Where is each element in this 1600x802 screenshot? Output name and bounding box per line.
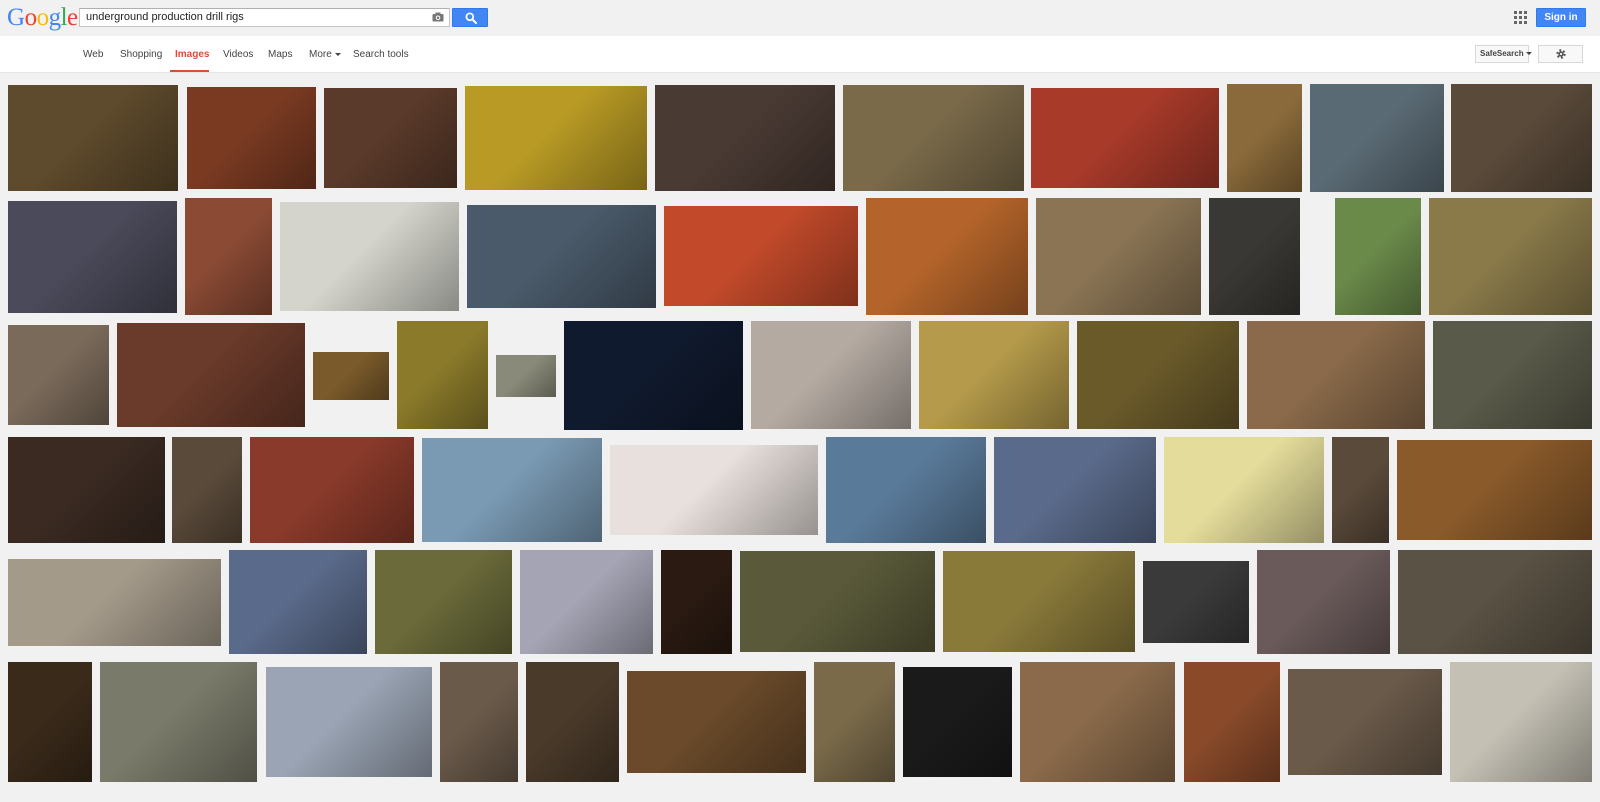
image-result[interactable] [1450,662,1592,782]
image-result[interactable] [1031,88,1219,188]
camera-icon[interactable] [432,12,444,22]
image-result[interactable] [8,662,92,782]
image-result[interactable] [1077,321,1239,429]
image-result[interactable] [422,438,602,542]
image-result[interactable] [496,355,556,397]
image-result[interactable] [1209,198,1300,315]
image-result[interactable] [1451,84,1592,192]
caret-down-icon [1525,52,1532,56]
image-result[interactable] [943,551,1135,652]
image-result[interactable] [324,88,457,188]
image-result[interactable] [1429,198,1592,315]
image-result[interactable] [117,323,305,427]
image-result[interactable] [440,662,518,782]
tab-shopping[interactable]: Shopping [120,49,162,60]
image-result[interactable] [627,671,806,773]
image-result[interactable] [664,206,858,306]
image-result[interactable] [655,85,835,191]
image-result[interactable] [526,662,619,782]
search-input[interactable]: underground production drill rigs [79,8,450,27]
image-result[interactable] [467,205,656,308]
image-result[interactable] [919,321,1069,429]
image-result[interactable] [520,550,653,654]
image-result[interactable] [843,85,1024,191]
top-bar: Google underground production drill rigs… [0,0,1600,36]
logo-letter: e [67,4,78,31]
image-result[interactable] [1335,198,1421,315]
gear-icon [1556,49,1566,59]
image-result[interactable] [8,559,221,646]
image-result[interactable] [172,437,242,543]
image-result[interactable] [751,321,911,429]
image-result[interactable] [229,550,367,654]
image-result[interactable] [280,202,459,311]
logo-letter: G [7,4,25,31]
tab-more-label: More [309,49,332,60]
image-results-grid [0,73,1600,802]
tab-maps[interactable]: Maps [268,49,292,60]
image-result[interactable] [866,198,1028,315]
image-result[interactable] [397,321,488,429]
logo-letter: o [36,4,50,31]
image-result[interactable] [1247,321,1425,429]
image-result[interactable] [1433,321,1592,429]
safesearch-button[interactable]: SafeSearch [1475,45,1532,63]
image-result[interactable] [1288,669,1442,775]
settings-button[interactable] [1538,45,1583,63]
image-result[interactable] [826,437,986,543]
image-result[interactable] [187,87,316,189]
image-result[interactable] [1310,84,1444,192]
search-button[interactable] [452,8,488,27]
image-result[interactable] [8,437,165,543]
image-result[interactable] [1164,437,1324,543]
tab-web[interactable]: Web [83,49,103,60]
image-result[interactable] [564,321,743,430]
image-result[interactable] [740,551,935,652]
image-result[interactable] [1143,561,1249,643]
image-result[interactable] [1184,662,1280,782]
image-result[interactable] [1397,440,1592,540]
tab-videos[interactable]: Videos [223,49,253,60]
caret-down-icon [334,52,341,56]
image-result[interactable] [1227,84,1302,192]
image-result[interactable] [250,437,414,543]
image-result[interactable] [1398,550,1592,654]
image-result[interactable] [465,86,647,190]
image-result[interactable] [903,667,1012,777]
image-result[interactable] [8,325,109,425]
image-result[interactable] [1257,550,1390,654]
apps-grid-icon[interactable] [1514,11,1527,24]
nav-bar: Web Shopping Images Videos Maps More Sea… [0,36,1600,73]
image-result[interactable] [1036,198,1201,315]
image-result[interactable] [994,437,1156,543]
google-logo[interactable]: Google [7,5,78,31]
image-result[interactable] [1332,437,1389,543]
image-result[interactable] [1020,662,1175,782]
sign-in-button[interactable]: Sign in [1536,8,1586,27]
image-result[interactable] [661,550,732,654]
safesearch-label: SafeSearch [1480,49,1524,58]
image-result[interactable] [100,662,257,782]
tab-search-tools[interactable]: Search tools [353,49,409,60]
logo-letter: g [48,4,62,31]
image-result[interactable] [266,667,432,777]
magnifier-icon [465,12,477,24]
active-tab-indicator [170,70,209,72]
image-result[interactable] [8,85,178,191]
tab-more[interactable]: More [309,49,341,60]
logo-letter: o [24,4,38,31]
image-result[interactable] [814,662,895,782]
image-result[interactable] [8,201,177,313]
tab-images[interactable]: Images [175,49,209,60]
image-result[interactable] [610,445,818,535]
image-result[interactable] [313,352,389,400]
search-query-text: underground production drill rigs [86,11,244,23]
image-result[interactable] [375,550,512,654]
image-result[interactable] [185,198,272,315]
